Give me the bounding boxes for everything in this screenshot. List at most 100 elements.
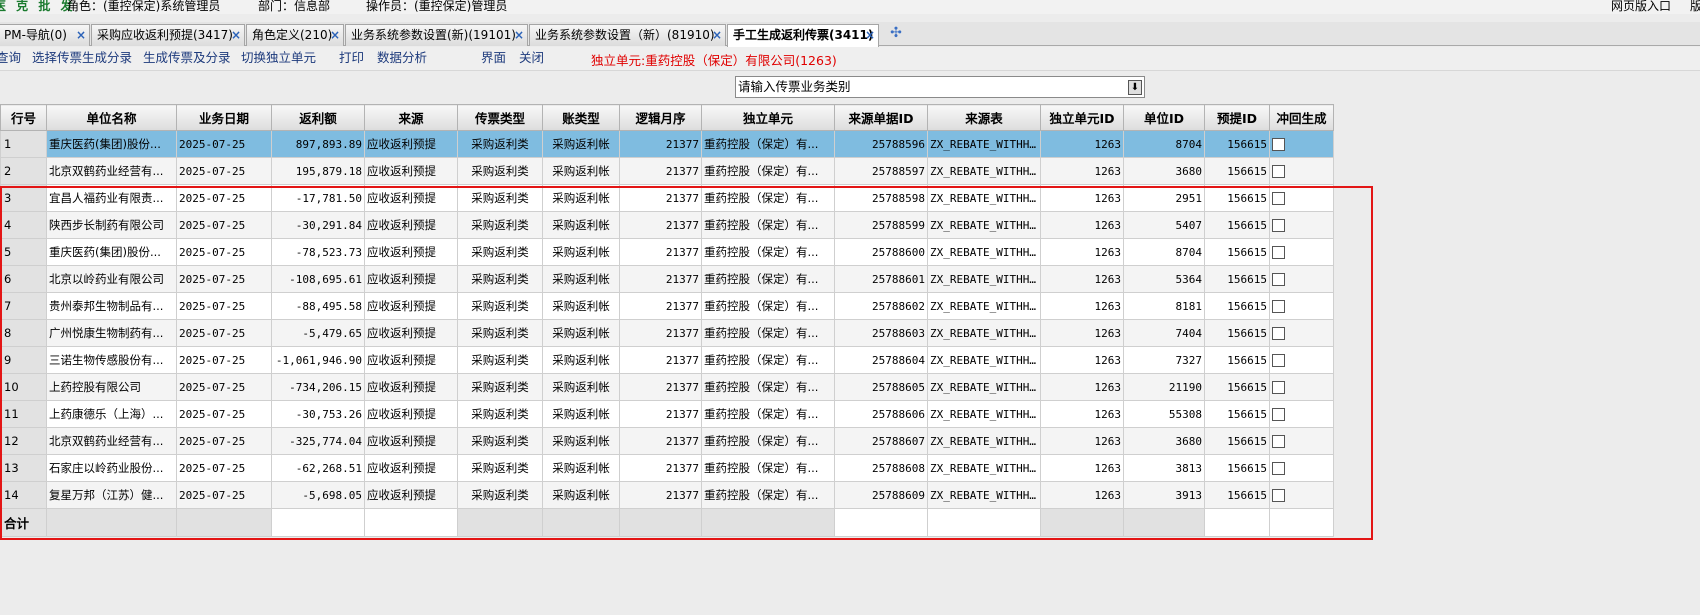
col-header-source-table[interactable]: 来源表 [927, 104, 1041, 131]
table-row[interactable]: 9 三诺生物传感股份有... 2025-07-25 -1,061,946.90 应收返利… [0, 346, 1334, 374]
company-id-cell[interactable]: 3813 [1123, 454, 1205, 482]
rebate-amount-cell[interactable]: -78,523.73 [271, 238, 365, 266]
voucher-type-cell[interactable]: 采购返利类 [457, 319, 543, 347]
menu-query[interactable]: 查询 [0, 50, 21, 66]
source-table-cell[interactable]: ZX_REBATE_WITHH... [927, 130, 1041, 158]
menu-print[interactable]: 打印 [339, 50, 364, 66]
reversal-checkbox[interactable] [1272, 435, 1285, 448]
company-id-cell[interactable]: 3680 [1123, 157, 1205, 185]
independent-unit-cell[interactable]: 重药控股（保定）有... [701, 427, 835, 455]
logic-month-cell[interactable]: 21377 [619, 265, 702, 293]
source-doc-id-cell[interactable]: 25788605 [834, 373, 928, 401]
unit-id-cell[interactable]: 1263 [1040, 454, 1124, 482]
reversal-gen-cell[interactable] [1269, 481, 1334, 509]
reversal-checkbox[interactable] [1272, 138, 1285, 151]
menu-select-voucher-entries[interactable]: 选择传票生成分录 [32, 50, 132, 66]
account-type-cell[interactable]: 采购返利帐 [542, 346, 620, 374]
biz-date-cell[interactable]: 2025-07-25 [176, 130, 272, 158]
row-no-cell[interactable]: 13 [0, 454, 47, 482]
menu-data-analysis[interactable]: 数据分析 [377, 50, 427, 66]
row-no-cell[interactable]: 8 [0, 319, 47, 347]
source-table-cell[interactable]: ZX_REBATE_WITHH... [927, 265, 1041, 293]
rebate-amount-cell[interactable]: -5,698.05 [271, 481, 365, 509]
voucher-type-cell[interactable]: 采购返利类 [457, 238, 543, 266]
unit-id-cell[interactable]: 1263 [1040, 238, 1124, 266]
rebate-amount-cell[interactable]: -108,695.61 [271, 265, 365, 293]
accrual-id-cell[interactable]: 156615 [1204, 292, 1270, 320]
company-id-cell[interactable]: 7404 [1123, 319, 1205, 347]
reversal-gen-cell[interactable] [1269, 157, 1334, 185]
reversal-checkbox[interactable] [1272, 192, 1285, 205]
company-id-cell[interactable]: 5364 [1123, 265, 1205, 293]
account-type-cell[interactable]: 采购返利帐 [542, 292, 620, 320]
row-no-cell[interactable]: 5 [0, 238, 47, 266]
source-table-cell[interactable]: ZX_REBATE_WITHH... [927, 292, 1041, 320]
source-doc-id-cell[interactable]: 25788604 [834, 346, 928, 374]
unit-id-cell[interactable]: 1263 [1040, 265, 1124, 293]
reversal-checkbox[interactable] [1272, 327, 1285, 340]
col-header-biz-date[interactable]: 业务日期 [176, 104, 272, 131]
accrual-id-cell[interactable]: 156615 [1204, 400, 1270, 428]
menu-generate-voucher[interactable]: 生成传票及分录 [143, 50, 231, 66]
menu-interface[interactable]: 界面 [481, 50, 506, 66]
accrual-id-cell[interactable]: 156615 [1204, 211, 1270, 239]
menu-switch-unit[interactable]: 切换独立单元 [241, 50, 316, 66]
reversal-gen-cell[interactable] [1269, 184, 1334, 212]
source-doc-id-cell[interactable]: 25788596 [834, 130, 928, 158]
reversal-gen-cell[interactable] [1269, 238, 1334, 266]
reversal-gen-cell[interactable] [1269, 373, 1334, 401]
tab-manual-rebate-voucher[interactable]: 手工生成返利传票(3411) × [727, 24, 879, 47]
row-no-cell[interactable]: 14 [0, 481, 47, 509]
unit-id-cell[interactable]: 1263 [1040, 292, 1124, 320]
rebate-amount-cell[interactable]: -325,774.04 [271, 427, 365, 455]
source-table-cell[interactable]: ZX_REBATE_WITHH... [927, 319, 1041, 347]
logic-month-cell[interactable]: 21377 [619, 319, 702, 347]
reversal-checkbox[interactable] [1272, 408, 1285, 421]
rebate-amount-cell[interactable]: -30,291.84 [271, 211, 365, 239]
company-name-cell[interactable]: 石家庄以岭药业股份... [46, 454, 177, 482]
accrual-id-cell[interactable]: 156615 [1204, 346, 1270, 374]
independent-unit-cell[interactable]: 重药控股（保定）有... [701, 184, 835, 212]
source-doc-id-cell[interactable]: 25788609 [834, 481, 928, 509]
rebate-amount-cell[interactable]: 195,879.18 [271, 157, 365, 185]
source-table-cell[interactable]: ZX_REBATE_WITHH... [927, 157, 1041, 185]
voucher-type-cell[interactable]: 采购返利类 [457, 400, 543, 428]
reversal-gen-cell[interactable] [1269, 346, 1334, 374]
source-cell[interactable]: 应收返利预提 [364, 454, 458, 482]
account-type-cell[interactable]: 采购返利帐 [542, 265, 620, 293]
tab-purchase-rebate-accrual[interactable]: 采购应收返利预提(3417) × [91, 24, 245, 46]
close-icon[interactable]: × [712, 25, 722, 45]
reversal-checkbox[interactable] [1272, 381, 1285, 394]
source-doc-id-cell[interactable]: 25788601 [834, 265, 928, 293]
source-cell[interactable]: 应收返利预提 [364, 130, 458, 158]
reversal-gen-cell[interactable] [1269, 400, 1334, 428]
source-table-cell[interactable]: ZX_REBATE_WITHH... [927, 481, 1041, 509]
col-header-reversal-gen[interactable]: 冲回生成 [1269, 104, 1334, 131]
accrual-id-cell[interactable]: 156615 [1204, 184, 1270, 212]
company-id-cell[interactable]: 5407 [1123, 211, 1205, 239]
logic-month-cell[interactable]: 21377 [619, 481, 702, 509]
voucher-type-cell[interactable]: 采购返利类 [457, 346, 543, 374]
col-header-company-id[interactable]: 单位ID [1123, 104, 1205, 131]
source-table-cell[interactable]: ZX_REBATE_WITHH... [927, 373, 1041, 401]
unit-id-cell[interactable]: 1263 [1040, 157, 1124, 185]
rebate-amount-cell[interactable]: -88,495.58 [271, 292, 365, 320]
source-cell[interactable]: 应收返利预提 [364, 265, 458, 293]
source-doc-id-cell[interactable]: 25788597 [834, 157, 928, 185]
independent-unit-cell[interactable]: 重药控股（保定）有... [701, 238, 835, 266]
source-cell[interactable]: 应收返利预提 [364, 481, 458, 509]
table-row[interactable]: 4 陕西步长制药有限公司 2025-07-25 -30,291.84 应收返利预提 采购返… [0, 211, 1334, 239]
unit-id-cell[interactable]: 1263 [1040, 346, 1124, 374]
accrual-id-cell[interactable]: 156615 [1204, 454, 1270, 482]
table-row[interactable]: 2 北京双鹤药业经营有... 2025-07-25 195,879.18 应收返利预提采… [0, 157, 1334, 185]
table-row[interactable]: 11 上药康德乐（上海）... 2025-07-25 -30,753.26 应收返利预提… [0, 400, 1334, 428]
col-header-source[interactable]: 来源 [364, 104, 458, 131]
table-row[interactable]: 7 贵州泰邦生物制品有... 2025-07-25 -88,495.58 应收返利预提采… [0, 292, 1334, 320]
source-doc-id-cell[interactable]: 25788607 [834, 427, 928, 455]
rebate-amount-cell[interactable]: -734,206.15 [271, 373, 365, 401]
row-no-cell[interactable]: 10 [0, 373, 47, 401]
company-id-cell[interactable]: 21190 [1123, 373, 1205, 401]
company-name-cell[interactable]: 上药控股有限公司 [46, 373, 177, 401]
col-header-independent-unit[interactable]: 独立单元 [701, 104, 835, 131]
biz-date-cell[interactable]: 2025-07-25 [176, 211, 272, 239]
